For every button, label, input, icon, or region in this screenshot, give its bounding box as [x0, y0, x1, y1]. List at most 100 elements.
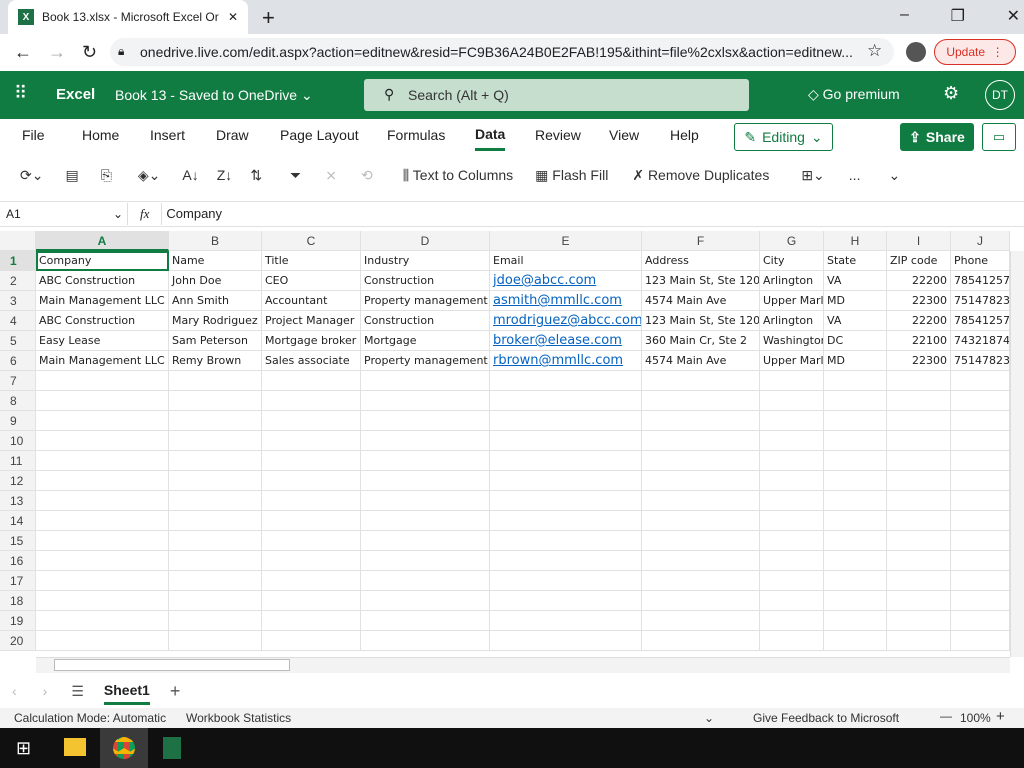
- cell[interactable]: Upper Marlboro: [760, 351, 824, 371]
- cell[interactable]: [887, 591, 951, 611]
- filter-icon[interactable]: ⏷: [290, 167, 301, 184]
- formula-input[interactable]: Company: [161, 203, 1024, 225]
- cell[interactable]: [760, 431, 824, 451]
- cell[interactable]: [262, 631, 361, 651]
- cell[interactable]: [887, 471, 951, 491]
- prev-sheet-icon[interactable]: ‹: [12, 683, 17, 699]
- menu-data[interactable]: Data: [475, 119, 506, 151]
- cell[interactable]: [760, 411, 824, 431]
- sort-ascending-icon[interactable]: A↓: [182, 167, 198, 183]
- cell[interactable]: [169, 411, 262, 431]
- zoom-level[interactable]: 100%: [960, 711, 991, 725]
- cell[interactable]: [36, 411, 169, 431]
- row-header[interactable]: 18: [0, 591, 36, 611]
- cell[interactable]: [642, 391, 760, 411]
- cell[interactable]: [490, 471, 642, 491]
- cell[interactable]: Remy Brown: [169, 351, 262, 371]
- cell[interactable]: [824, 491, 887, 511]
- cell[interactable]: [951, 511, 1010, 531]
- spreadsheet-grid[interactable]: A B C D E F G H I J 1 Company Name Title Industry Email…: [0, 231, 1010, 657]
- cell[interactable]: [642, 371, 760, 391]
- cell[interactable]: [36, 471, 169, 491]
- cell[interactable]: [361, 611, 490, 631]
- row-header[interactable]: 19: [0, 611, 36, 631]
- cell[interactable]: [887, 631, 951, 651]
- cell[interactable]: [169, 471, 262, 491]
- cell[interactable]: [361, 511, 490, 531]
- cell[interactable]: [361, 391, 490, 411]
- name-box[interactable]: A1 ⌄: [2, 203, 128, 225]
- add-sheet-icon[interactable]: +: [170, 681, 181, 702]
- editing-button[interactable]: ✎ Editing ⌄: [734, 123, 833, 151]
- menu-review[interactable]: Review: [535, 119, 581, 151]
- column-header-g[interactable]: G: [760, 231, 824, 251]
- cell[interactable]: [824, 591, 887, 611]
- cell[interactable]: [824, 631, 887, 651]
- row-header[interactable]: 6: [0, 351, 36, 371]
- cell[interactable]: ABC Construction: [36, 271, 169, 291]
- cell[interactable]: Mary Rodriguez: [169, 311, 262, 331]
- cell[interactable]: Easy Lease: [36, 331, 169, 351]
- cell[interactable]: 22200: [887, 271, 951, 291]
- cell[interactable]: 75147823: [951, 351, 1010, 371]
- expand-ribbon-icon[interactable]: ⌄: [888, 167, 900, 184]
- cell[interactable]: [169, 491, 262, 511]
- cell[interactable]: [169, 371, 262, 391]
- cell[interactable]: [824, 451, 887, 471]
- cell[interactable]: Name: [169, 251, 262, 271]
- cell[interactable]: [760, 371, 824, 391]
- cell[interactable]: [490, 431, 642, 451]
- cell[interactable]: [169, 571, 262, 591]
- update-button[interactable]: Update ⋮: [934, 39, 1016, 65]
- cell[interactable]: [490, 371, 642, 391]
- profile-icon[interactable]: [906, 42, 926, 62]
- column-header-h[interactable]: H: [824, 231, 887, 251]
- back-icon[interactable]: ←: [14, 42, 32, 63]
- column-header-j[interactable]: J: [951, 231, 1010, 251]
- status-dropdown-icon[interactable]: ⌄: [704, 711, 714, 725]
- cell[interactable]: [824, 431, 887, 451]
- cell[interactable]: [951, 411, 1010, 431]
- row-header[interactable]: 12: [0, 471, 36, 491]
- row-header[interactable]: 1: [0, 251, 36, 271]
- cell[interactable]: [642, 451, 760, 471]
- menu-file[interactable]: File: [22, 119, 45, 151]
- cell[interactable]: [824, 511, 887, 531]
- cell[interactable]: [887, 551, 951, 571]
- cell[interactable]: DC: [824, 331, 887, 351]
- cell[interactable]: [642, 591, 760, 611]
- scroll-thumb[interactable]: [54, 659, 290, 671]
- cell[interactable]: [760, 491, 824, 511]
- cell[interactable]: Construction: [361, 271, 490, 291]
- cell[interactable]: [951, 491, 1010, 511]
- cell[interactable]: asmith@mmllc.com: [490, 291, 642, 311]
- cell[interactable]: [951, 391, 1010, 411]
- row-header[interactable]: 10: [0, 431, 36, 451]
- cell[interactable]: [824, 471, 887, 491]
- cell[interactable]: [262, 411, 361, 431]
- cell[interactable]: Address: [642, 251, 760, 271]
- cell[interactable]: [36, 371, 169, 391]
- cell[interactable]: [824, 531, 887, 551]
- cell[interactable]: 22200: [887, 311, 951, 331]
- cell[interactable]: [36, 611, 169, 631]
- cell[interactable]: [887, 451, 951, 471]
- column-header-i[interactable]: I: [887, 231, 951, 251]
- menu-formulas[interactable]: Formulas: [387, 119, 445, 151]
- cell[interactable]: [760, 471, 824, 491]
- get-data-icon[interactable]: ⟳⌄: [20, 167, 43, 184]
- cell[interactable]: Sam Peterson: [169, 331, 262, 351]
- cell[interactable]: [642, 631, 760, 651]
- restore-icon[interactable]: ❐: [951, 6, 965, 26]
- feedback-link[interactable]: Give Feedback to Microsoft: [753, 711, 899, 725]
- cell[interactable]: [169, 531, 262, 551]
- cell[interactable]: Phone: [951, 251, 1010, 271]
- cell[interactable]: [36, 431, 169, 451]
- cell[interactable]: [887, 571, 951, 591]
- cell[interactable]: Property management: [361, 291, 490, 311]
- tab-sheet1[interactable]: Sheet1: [103, 678, 150, 705]
- cell[interactable]: [169, 451, 262, 471]
- cell[interactable]: 78541257: [951, 311, 1010, 331]
- cell[interactable]: 74321874: [951, 331, 1010, 351]
- cell[interactable]: Industry: [361, 251, 490, 271]
